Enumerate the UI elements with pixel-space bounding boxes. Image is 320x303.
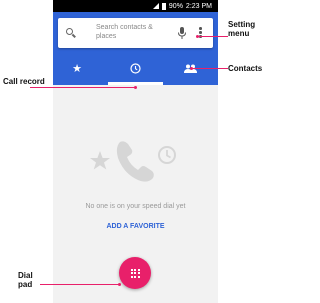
setting-menu-annotation: Setting menu [228, 20, 256, 38]
dial-pad-annotation: Dial pad [18, 271, 33, 289]
call-record-annotation: Call record [3, 77, 45, 86]
dial-pad-leader-line [40, 284, 120, 285]
microphone-icon[interactable] [177, 27, 187, 39]
setting-menu-leader-line [198, 36, 228, 37]
status-bar: 90% 2:23 PM [53, 0, 218, 12]
star-icon: ★ [72, 62, 82, 75]
tab-recents[interactable] [125, 58, 145, 78]
app-header: Search contacts & places ★ [53, 12, 218, 85]
signal-icon [152, 3, 159, 9]
search-icon[interactable] [66, 28, 73, 35]
battery-level: 90% [168, 2, 183, 10]
setting-menu-leader-dot [196, 35, 199, 38]
contacts-leader-line [192, 68, 228, 69]
search-bar[interactable]: Search contacts & places [58, 18, 213, 48]
clock-icon [129, 62, 141, 74]
phone-screen: 90% 2:23 PM Search contacts & places ★ N… [53, 0, 218, 303]
dialpad-icon [130, 268, 140, 278]
add-favorite-button[interactable]: ADD A FAVORITE [53, 223, 218, 230]
call-record-leader-dot [134, 86, 137, 89]
empty-state-message: No one is on your speed dial yet [85, 203, 186, 210]
contacts-leader-dot [190, 67, 193, 70]
clock: 2:23 PM [185, 2, 212, 10]
contacts-annotation: Contacts [228, 64, 263, 73]
empty-speed-dial-illustration [90, 141, 176, 182]
tab-indicator [108, 82, 163, 85]
dialpad-button[interactable] [119, 257, 151, 289]
search-input[interactable]: Search contacts & places [96, 23, 171, 41]
tab-speed-dial[interactable]: ★ [67, 58, 87, 78]
dial-pad-leader-dot [118, 283, 121, 286]
overflow-menu-icon[interactable] [199, 27, 203, 39]
battery-icon [161, 2, 166, 10]
call-record-leader-line [30, 87, 136, 88]
